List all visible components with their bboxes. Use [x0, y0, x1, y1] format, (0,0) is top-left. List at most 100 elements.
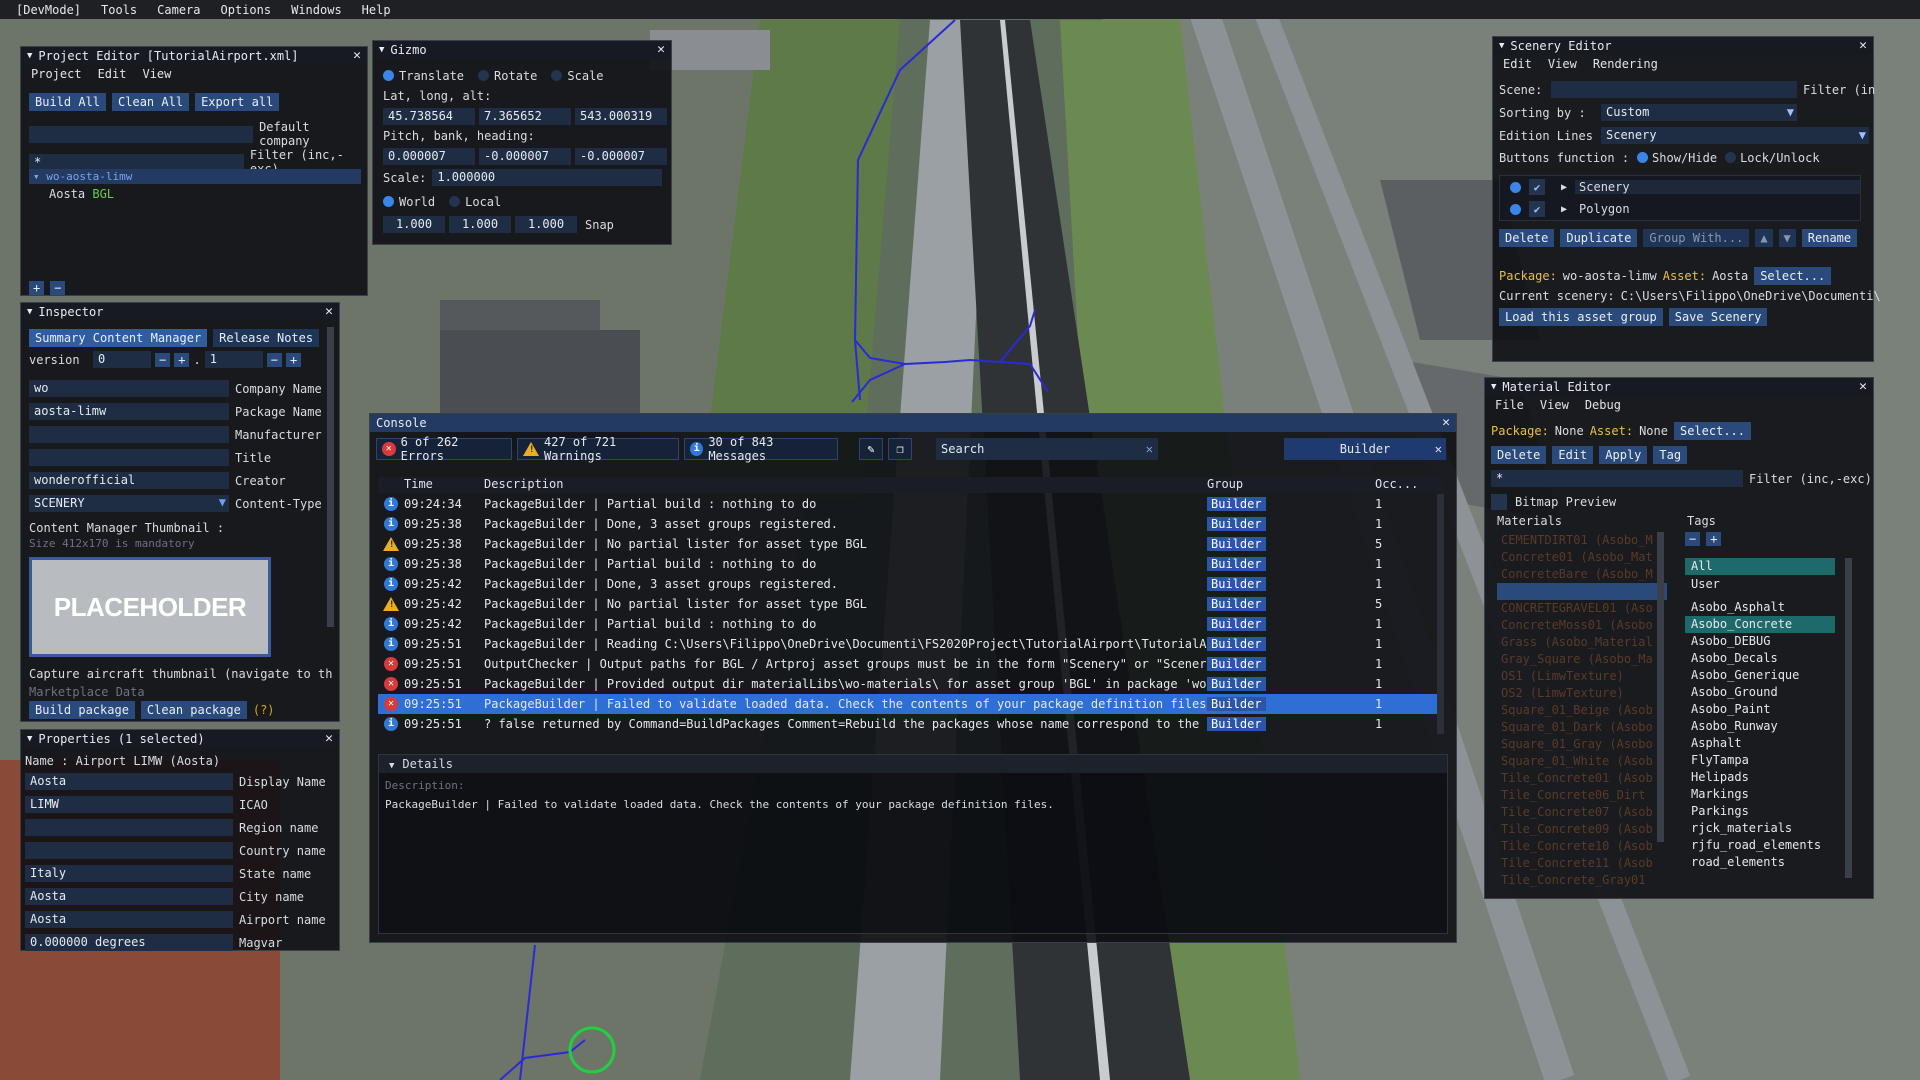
marketplace-data-header[interactable]: Marketplace Data [29, 685, 145, 699]
material-list-item[interactable]: Square_01_Beige (Asob [1497, 702, 1667, 719]
content-type-select[interactable]: SCENERY ▼ [29, 495, 229, 512]
menu-options[interactable]: Options [211, 3, 282, 17]
copy-console-button[interactable]: ❐ [888, 438, 912, 460]
latitude-input[interactable]: 45.738564 [383, 108, 475, 125]
snap-y-input[interactable]: 1.000 [449, 216, 511, 233]
tag-list-item[interactable]: road_elements [1685, 854, 1835, 871]
gizmo-titlebar[interactable]: ▼ Gizmo ✕ [373, 41, 671, 59]
menu-view[interactable]: View [142, 67, 171, 81]
tag-list-item[interactable]: rjck_materials [1685, 820, 1835, 837]
tag-list-item[interactable]: Asobo_Paint [1685, 701, 1835, 718]
clear-search-icon[interactable]: ✕ [1146, 442, 1153, 456]
scenery-list-item[interactable]: ✔ ▶ Scenery [1500, 176, 1860, 198]
title-input[interactable] [29, 449, 229, 466]
default-company-input[interactable] [29, 125, 254, 143]
tab-release-notes[interactable]: Release Notes [213, 329, 320, 347]
scenery-editor-titlebar[interactable]: ▼ Scenery Editor ✕ [1493, 37, 1873, 55]
tag-list-item[interactable]: Helipads [1685, 769, 1835, 786]
export-all-button[interactable]: Export all [195, 93, 280, 111]
edit-button[interactable]: Edit [1552, 446, 1594, 464]
show-hide-radio[interactable]: Show/Hide [1637, 151, 1717, 165]
tag-list-item[interactable]: rjfu_road_elements [1685, 837, 1835, 854]
material-list-item[interactable]: Tile_Concrete11 (Asob [1497, 855, 1667, 872]
help-icon[interactable]: (?) [253, 703, 275, 717]
column-group[interactable]: Group [1207, 477, 1375, 493]
clean-package-button[interactable]: Clean package [140, 701, 247, 719]
console-row[interactable]: i 09:25:38 PackageBuilder | Partial build … [378, 554, 1443, 574]
checkbox-icon[interactable]: ✔ [1529, 179, 1545, 195]
collapse-icon[interactable]: ▼ [1491, 382, 1496, 392]
space-local-radio[interactable]: Local [449, 195, 501, 209]
tag-list-item[interactable]: Asphalt [1685, 735, 1835, 752]
warnings-filter-button[interactable]: ! 427 of 721 Warnings [517, 435, 679, 463]
material-list-item[interactable] [1497, 583, 1667, 600]
pitch-input[interactable]: 0.000007 [383, 148, 475, 165]
save-scenery-button[interactable]: Save Scenery [1668, 308, 1768, 326]
duplicate-button[interactable]: Duplicate [1560, 229, 1638, 247]
scene-filter-input[interactable] [1551, 81, 1797, 98]
material-list-item[interactable]: CEMENTDIRT01 (Asobo_M [1497, 532, 1667, 549]
thumbnail-image[interactable]: PLACEHOLDER [29, 557, 271, 657]
display-name-input[interactable]: Aosta [25, 773, 233, 790]
menu-edit[interactable]: Edit [1503, 57, 1532, 71]
material-list-item[interactable]: Square_01_Dark (Asobo [1497, 719, 1667, 736]
close-icon[interactable]: ✕ [1859, 379, 1867, 394]
material-editor-titlebar[interactable]: ▼ Material Editor ✕ [1485, 378, 1873, 396]
material-list-item[interactable]: Concrete01 (Asobo_Mat [1497, 549, 1667, 566]
lock-unlock-radio[interactable]: Lock/Unlock [1725, 151, 1820, 165]
console-row[interactable]: ✕ 09:25:51 PackageBuilder | Failed to vali… [378, 694, 1443, 714]
airport-name-input[interactable]: Aosta [25, 911, 233, 928]
close-icon[interactable]: ✕ [1859, 38, 1867, 53]
menu-rendering[interactable]: Rendering [1593, 57, 1658, 71]
close-icon[interactable]: ✕ [353, 48, 361, 63]
group-with-button[interactable]: Group With... [1643, 229, 1750, 247]
inspector-titlebar[interactable]: ▼ Inspector ✕ [21, 303, 339, 321]
delete-button[interactable]: Delete [1499, 229, 1555, 247]
scenery-list-item[interactable]: ✔ ▶ Polygon [1500, 198, 1860, 220]
move-down-button[interactable]: ▼ [1778, 229, 1796, 247]
material-list-item[interactable]: Tile_Concrete07 (Asob [1497, 804, 1667, 821]
mode-scale-radio[interactable]: Scale [551, 69, 604, 83]
tags-scrollbar[interactable] [1845, 558, 1852, 878]
tag-list-item[interactable]: All [1685, 558, 1835, 575]
remove-button[interactable]: − [50, 281, 66, 295]
magvar-input[interactable]: 0.000000 degrees [25, 934, 233, 951]
tab-summary-content-manager[interactable]: Summary Content Manager [29, 329, 208, 347]
select-asset-button[interactable]: Select... [1673, 422, 1751, 440]
load-asset-group-button[interactable]: Load this asset group [1499, 308, 1663, 326]
group-filter-input[interactable]: Builder ✕ [1284, 438, 1446, 460]
menu-view[interactable]: View [1548, 57, 1577, 71]
tag-list-item[interactable]: Markings [1685, 786, 1835, 803]
clear-console-button[interactable]: ✎ [859, 438, 883, 460]
heading-input[interactable]: -0.000007 [575, 148, 667, 165]
errors-filter-button[interactable]: ✕ 6 of 262 Errors [376, 435, 512, 463]
tag-list-item[interactable]: User [1685, 576, 1835, 593]
version-minor-decrement[interactable]: − [266, 352, 282, 367]
close-icon[interactable]: ✕ [657, 42, 665, 57]
menu-file[interactable]: File [1495, 398, 1524, 412]
material-list-item[interactable]: Square_01_Gray (Asobo [1497, 736, 1667, 753]
console-row[interactable]: ✕ 09:25:51 OutputChecker | Output paths fo… [378, 654, 1443, 674]
console-row[interactable]: i 09:25:38 PackageBuilder | Done, 3 asset … [378, 514, 1443, 534]
tag-list-item[interactable]: Asobo_Ground [1685, 684, 1835, 701]
collapse-icon[interactable]: ▼ [27, 734, 32, 744]
tag-list-item[interactable]: Asobo_DEBUG [1685, 633, 1835, 650]
menu-edit[interactable]: Edit [98, 67, 127, 81]
material-list-item[interactable]: OS2 (LimwTexture) [1497, 685, 1667, 702]
close-icon[interactable]: ✕ [325, 731, 333, 746]
column-time[interactable]: Time [404, 477, 484, 493]
country-name-input[interactable] [25, 842, 233, 859]
collapse-icon[interactable]: ▼ [27, 307, 32, 317]
tag-button[interactable]: Tag [1653, 446, 1688, 464]
messages-filter-button[interactable]: i 30 of 843 Messages [684, 435, 838, 463]
tree-expand-icon[interactable]: ▾ [33, 170, 46, 183]
material-list-item[interactable]: Tile_Concrete06_Dirt [1497, 787, 1667, 804]
console-scrollbar[interactable] [1437, 494, 1444, 734]
column-description[interactable]: Description [484, 477, 1207, 493]
material-list-item[interactable]: Tile_Concrete_Gray01 [1497, 872, 1667, 889]
column-occurrences[interactable]: Occ... [1375, 477, 1418, 493]
longitude-input[interactable]: 7.365652 [479, 108, 571, 125]
version-major-decrement[interactable]: − [155, 352, 171, 367]
close-icon[interactable]: ✕ [325, 304, 333, 319]
material-list-item[interactable]: Tile_Concrete01 (Asob [1497, 770, 1667, 787]
